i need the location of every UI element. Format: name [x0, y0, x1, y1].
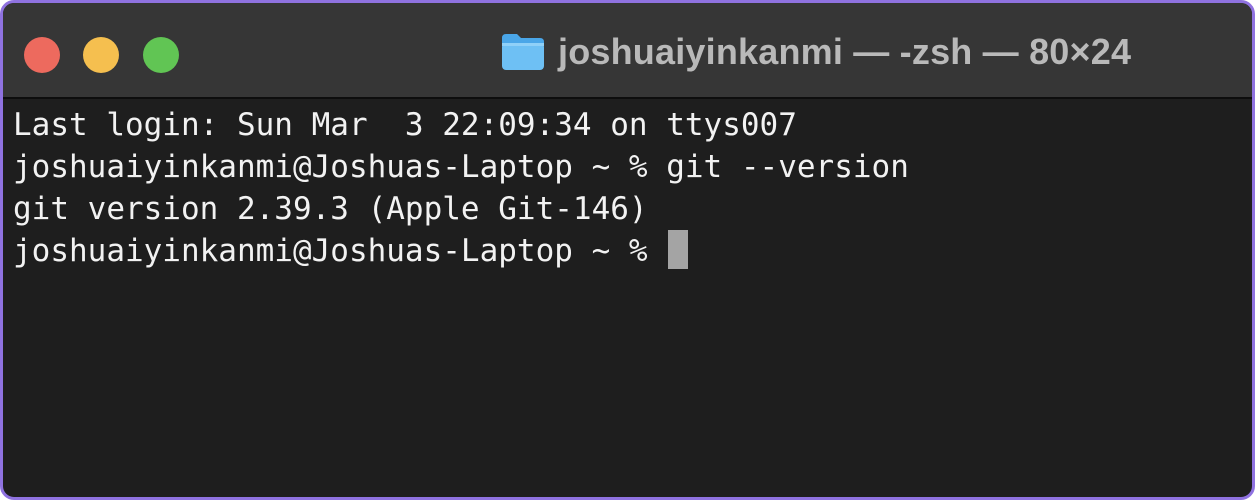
- title-bar[interactable]: joshuaiyinkanmi — -zsh — 80×24: [3, 3, 1252, 99]
- text-cursor: [668, 230, 689, 269]
- terminal-line-output: git version 2.39.3 (Apple Git-146): [13, 191, 648, 227]
- folder-icon: [502, 34, 544, 70]
- terminal-prompt-line[interactable]: joshuaiyinkanmi@Joshuas-Laptop ~ %: [13, 230, 1252, 272]
- prompt-text: joshuaiyinkanmi@Joshuas-Laptop ~ %: [13, 233, 667, 269]
- terminal-output[interactable]: Last login: Sun Mar 3 22:09:34 on ttys00…: [13, 104, 1252, 497]
- window-title: joshuaiyinkanmi — -zsh — 80×24: [500, 27, 1131, 77]
- terminal-window: joshuaiyinkanmi — -zsh — 80×24 Last logi…: [0, 0, 1255, 500]
- terminal-line-last-login: Last login: Sun Mar 3 22:09:34 on ttys00…: [13, 107, 797, 143]
- terminal-line-command: joshuaiyinkanmi@Joshuas-Laptop ~ % git -…: [13, 149, 909, 185]
- minimize-button[interactable]: [83, 37, 119, 73]
- zoom-button[interactable]: [143, 37, 179, 73]
- close-button[interactable]: [24, 37, 60, 73]
- window-title-text: joshuaiyinkanmi — -zsh — 80×24: [558, 31, 1132, 72]
